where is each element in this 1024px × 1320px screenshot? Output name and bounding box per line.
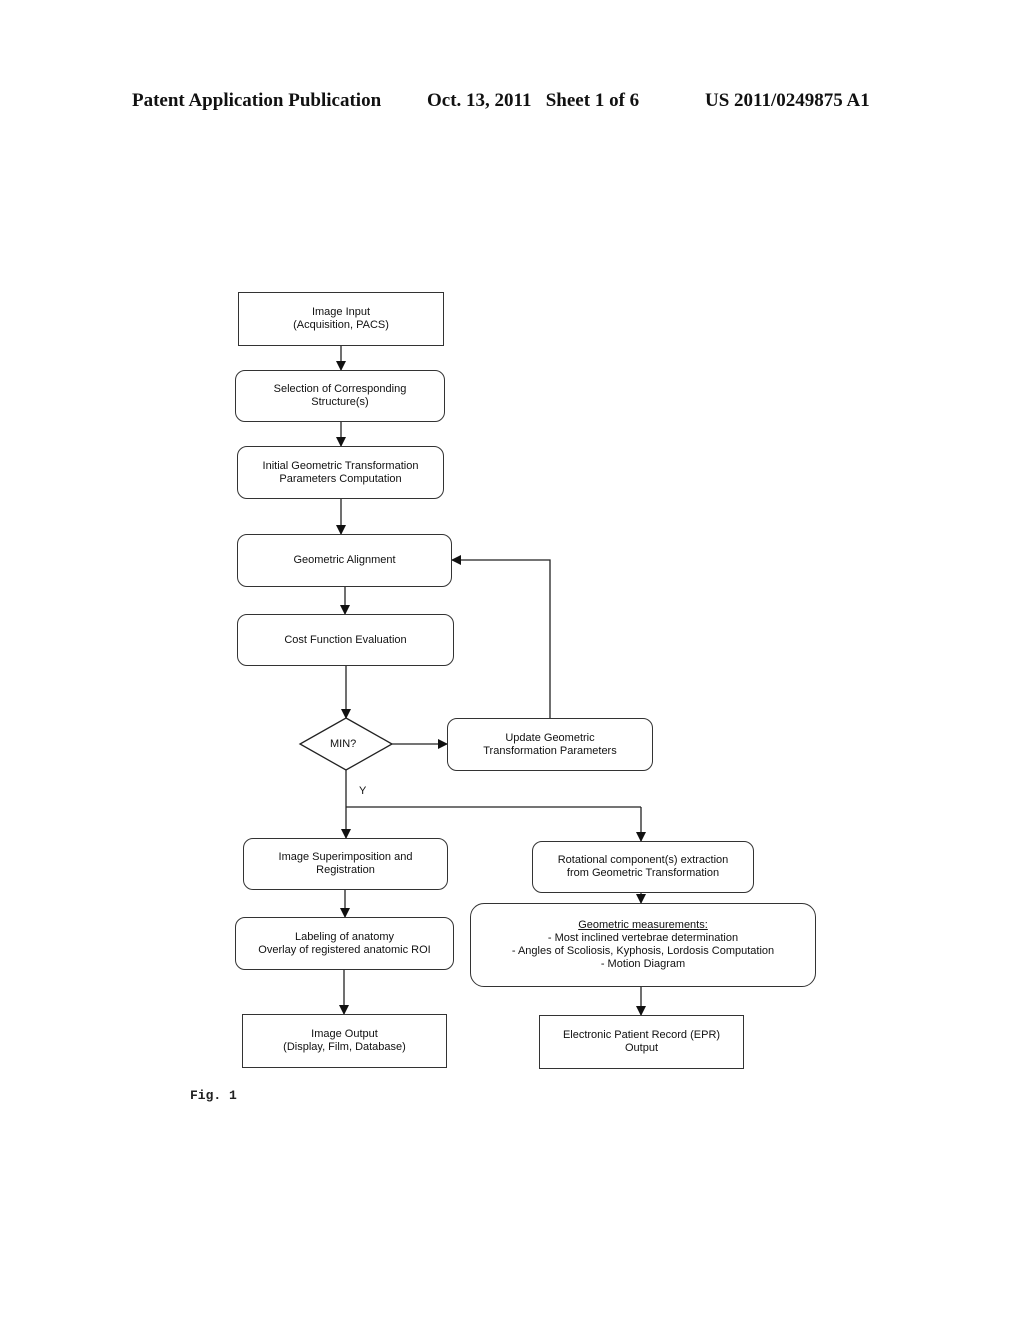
arrow-update-loop-to-alignment (451, 555, 551, 718)
box-epr-output: Electronic Patient Record (EPR) Output (539, 1015, 744, 1069)
decision-label: MIN? (330, 738, 357, 750)
box-initial-parameters: Initial Geometric Transformation Paramete… (237, 446, 444, 499)
box-labeling-anatomy: Labeling of anatomy Overlay of registered… (235, 917, 454, 970)
box-update-parameters: Update Geometric Transformation Parameter… (447, 718, 653, 771)
measurements-title: Geometric measurements: (578, 919, 708, 931)
measurement-item: - Motion Diagram (600, 958, 686, 970)
measurement-item: - Angles of Scoliosis, Kyphosis, Lordosi… (511, 945, 775, 957)
measurement-item: - Most inclined vertebrae determination (547, 932, 739, 944)
box-selection-structures: Selection of Corresponding Structure(s) (235, 370, 445, 422)
box-rotational-extraction: Rotational component(s) extraction from G… (532, 841, 754, 893)
box-geometric-alignment: Geometric Alignment (237, 534, 452, 587)
box-image-input: Image Input (Acquisition, PACS) (238, 292, 444, 346)
yes-label: Y (359, 785, 367, 797)
connector-lines (298, 346, 646, 1016)
box-geometric-measurements: Geometric measurements: - Most inclined … (470, 903, 816, 987)
box-superimposition: Image Superimposition and Registration (243, 838, 448, 890)
box-image-output: Image Output (Display, Film, Database) (242, 1014, 447, 1068)
figure-label: Fig. 1 (190, 1088, 237, 1103)
box-cost-function: Cost Function Evaluation (237, 614, 454, 666)
